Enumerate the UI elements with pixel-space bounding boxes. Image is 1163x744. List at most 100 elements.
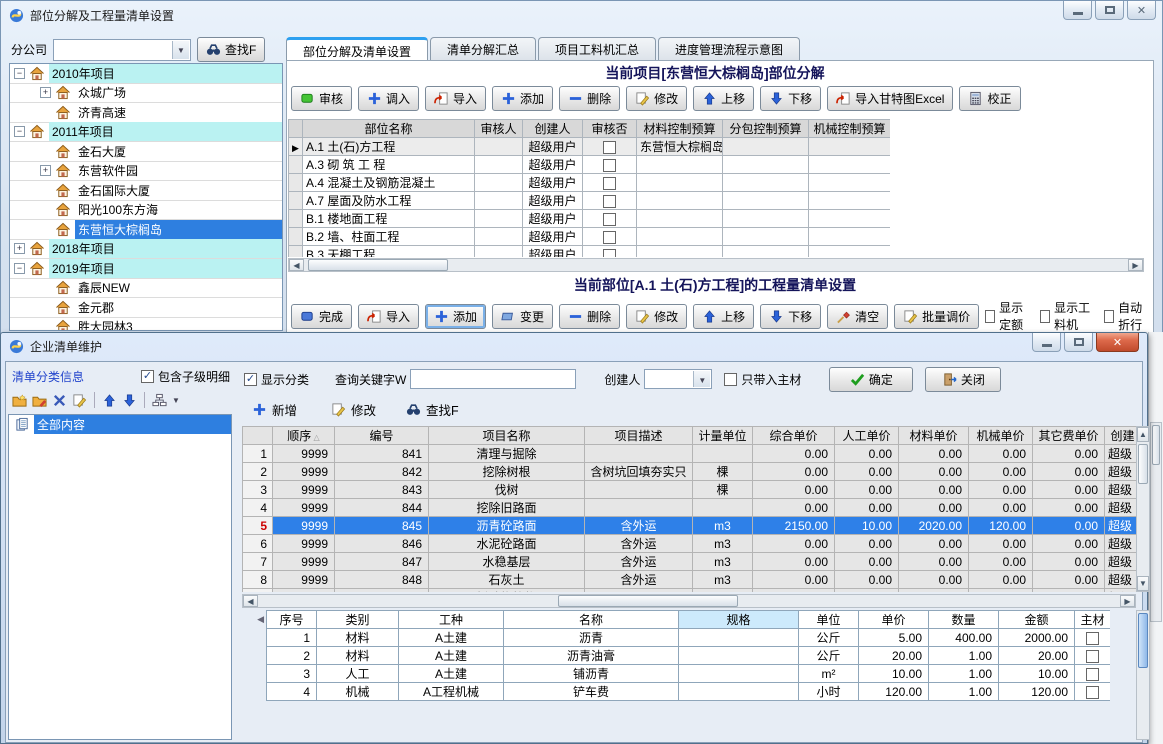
row-checkbox[interactable]	[603, 231, 616, 244]
table-row[interactable]: 4机械A工程机械铲车费小时120.001.00120.00	[267, 683, 1111, 701]
scroll-left-icon[interactable]: ◀	[243, 595, 258, 607]
import2-button[interactable]: 导入	[358, 304, 419, 329]
show-labor-material-checkbox[interactable]: 显示工料机	[1040, 299, 1098, 333]
tree-item[interactable]: 金石国际大厦	[10, 181, 282, 201]
auto-wrap-checkbox[interactable]: 自动折行	[1104, 299, 1153, 333]
move-down-button[interactable]: 下移	[760, 86, 821, 111]
new-folder-icon[interactable]	[12, 393, 27, 408]
chevron-down-icon[interactable]: ▼	[172, 41, 189, 59]
find-item-button[interactable]: 查找F	[400, 398, 465, 421]
tree-item[interactable]: 金石大厦	[10, 142, 282, 162]
tree-item[interactable]: −2019年项目	[10, 259, 282, 279]
tree-expander-icon[interactable]: +	[40, 87, 51, 98]
row-checkbox[interactable]	[1086, 632, 1099, 645]
table-row[interactable]: 19999841清理与掘除0.000.000.000.000.00超级	[243, 445, 1139, 463]
hierarchy-icon[interactable]	[152, 393, 167, 408]
table-row[interactable]: 39999843伐树棵0.000.000.000.000.00超级	[243, 481, 1139, 499]
tree-item[interactable]: +2018年项目	[10, 240, 282, 260]
table-row[interactable]: A.4 混凝土及钢筋混凝土超级用户	[289, 174, 891, 192]
calibrate-button[interactable]: 校正	[959, 86, 1020, 111]
checkbox-icon[interactable]	[1104, 310, 1114, 323]
column-header[interactable]: 部位名称	[303, 120, 475, 138]
main-material-only-checkbox[interactable]: 只带入主材	[724, 371, 801, 388]
column-header[interactable]: 工种	[399, 611, 504, 629]
table-row[interactable]: 99999849拆除构筑物0.000.000.000.000.00超级	[243, 589, 1139, 593]
tab-labor-material-summary[interactable]: 项目工料机汇总	[538, 37, 656, 60]
new-item-button[interactable]: 新增	[246, 398, 303, 421]
tree-item[interactable]: +东营软件园	[10, 162, 282, 182]
batch-price-button[interactable]: 批量调价	[894, 304, 979, 329]
column-header[interactable]: 名称	[504, 611, 679, 629]
column-header[interactable]: 创建人	[523, 120, 583, 138]
tree-item[interactable]: +众城广场	[10, 84, 282, 104]
table-row[interactable]: 69999846水泥砼路面含外运m30.000.000.000.000.00超级	[243, 535, 1139, 553]
column-header[interactable]: 单价	[859, 611, 929, 629]
column-header[interactable]: 金额	[999, 611, 1075, 629]
tree-expander-icon[interactable]: +	[14, 243, 25, 254]
chevron-down-icon[interactable]: ▼	[693, 371, 710, 387]
tree-item[interactable]: 济青高速	[10, 103, 282, 123]
move-up-button[interactable]: 上移	[693, 86, 754, 111]
tab-progress-flow[interactable]: 进度管理流程示意图	[658, 37, 800, 60]
row-checkbox[interactable]	[1086, 668, 1099, 681]
table-row[interactable]: A.7 屋面及防水工程超级用户	[289, 192, 891, 210]
close-dialog-button[interactable]: 关闭	[925, 367, 1001, 392]
add-button[interactable]: 添加	[492, 86, 553, 111]
scroll-up-icon[interactable]: ▲	[1137, 427, 1149, 442]
table-row[interactable]: A.3 砌 筑 工 程超级用户	[289, 156, 891, 174]
table-row[interactable]: 79999847水稳基层含外运m30.000.000.000.000.00超级	[243, 553, 1139, 571]
scroll-thumb[interactable]	[1138, 613, 1148, 668]
import-button[interactable]: 导入	[425, 86, 486, 111]
detail-vscrollbar[interactable]	[1136, 610, 1150, 740]
scroll-left-icon[interactable]: ◀	[289, 259, 304, 271]
tree-expander-icon[interactable]: −	[14, 68, 25, 79]
parts-hscrollbar[interactable]: ◀ ▶	[288, 258, 1144, 272]
modify2-button[interactable]: 修改	[626, 304, 687, 329]
scroll-right-icon[interactable]: ▶	[1120, 595, 1135, 607]
column-header[interactable]: 单位	[799, 611, 859, 629]
column-header[interactable]: 审核人	[475, 120, 523, 138]
chevron-down-icon[interactable]: ▼	[172, 396, 180, 405]
tree-item[interactable]: 胜大园林3	[10, 318, 282, 332]
tree-item[interactable]: −2010年项目	[10, 64, 282, 84]
move-down2-button[interactable]: 下移	[760, 304, 821, 329]
column-header[interactable]: 综合单价	[753, 427, 835, 445]
column-header[interactable]: 主材	[1075, 611, 1111, 629]
row-checkbox[interactable]	[1086, 650, 1099, 663]
close-button[interactable]: ✕	[1127, 1, 1156, 20]
maximize-button[interactable]	[1095, 1, 1124, 20]
dialog-close-button[interactable]: ✕	[1096, 333, 1139, 352]
column-header[interactable]: 类别	[317, 611, 399, 629]
find-button[interactable]: 查找F	[197, 37, 265, 62]
column-header[interactable]: 项目名称	[429, 427, 585, 445]
column-header[interactable]: 审核否	[583, 120, 637, 138]
modify-item-button[interactable]: 修改	[325, 398, 382, 421]
tree-item-all[interactable]: 全部内容	[9, 415, 231, 435]
scroll-thumb[interactable]	[1138, 444, 1148, 484]
arrow-down-icon[interactable]	[122, 393, 137, 408]
row-checkbox[interactable]	[603, 159, 616, 172]
show-quota-checkbox[interactable]: 显示定额	[985, 299, 1034, 333]
scroll-thumb[interactable]	[558, 595, 738, 607]
column-header[interactable]: 顺序	[273, 427, 335, 445]
show-category-checkbox[interactable]: 显示分类	[244, 371, 309, 388]
column-header[interactable]: 创建	[1105, 427, 1139, 445]
table-row[interactable]: 1材料A土建沥青公斤5.00400.002000.00	[267, 629, 1111, 647]
table-row[interactable]: 49999844挖除旧路面0.000.000.000.000.00超级	[243, 499, 1139, 517]
table-row[interactable]: 29999842挖除树根含树坑回填夯实只棵0.000.000.000.000.0…	[243, 463, 1139, 481]
dialog-maximize-button[interactable]	[1064, 333, 1093, 352]
tree-item[interactable]: 鑫辰NEW	[10, 279, 282, 299]
row-checkbox[interactable]	[1086, 686, 1099, 699]
move-up2-button[interactable]: 上移	[693, 304, 754, 329]
delete2-button[interactable]: 删除	[559, 304, 620, 329]
table-row[interactable]: B.3 天棚工程超级用户	[289, 246, 891, 258]
include-children-checkbox[interactable]: 包含子级明细	[141, 368, 230, 385]
dialog-minimize-button[interactable]	[1032, 333, 1061, 352]
column-header[interactable]: 数量	[929, 611, 999, 629]
scroll-right-icon[interactable]: ▶	[1128, 259, 1143, 271]
tab-list-summary[interactable]: 清单分解汇总	[430, 37, 536, 60]
ok-button[interactable]: 确定	[829, 367, 913, 392]
tab-part-breakdown[interactable]: 部位分解及清单设置	[286, 37, 428, 60]
column-header[interactable]: 序号	[267, 611, 317, 629]
row-checkbox[interactable]	[603, 249, 616, 257]
